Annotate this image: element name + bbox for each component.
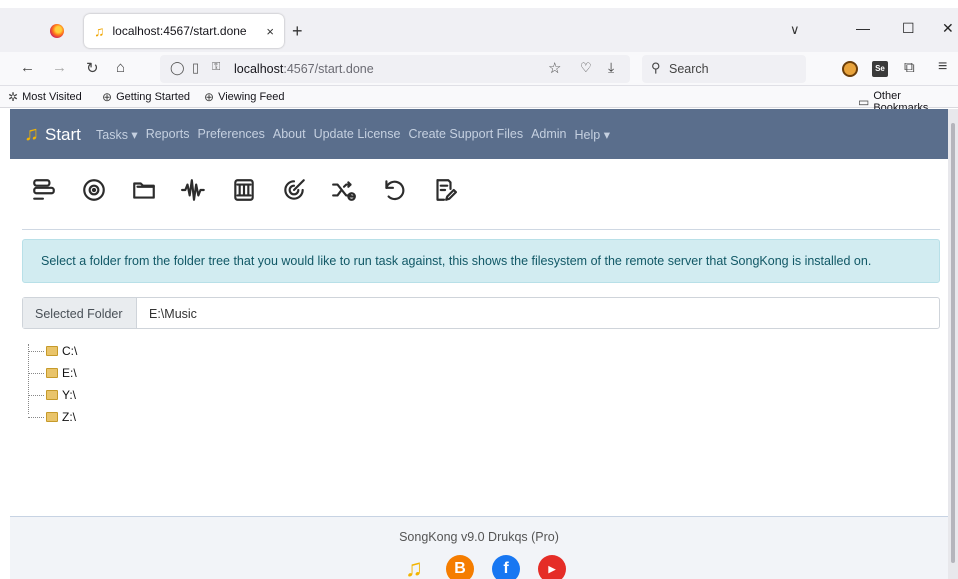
tab-title: localhost:4567/start.done xyxy=(112,24,247,38)
firefox-icon[interactable] xyxy=(50,24,64,38)
main-nav: Tasks ▾ Reports Preferences About Update… xyxy=(96,127,610,142)
list-tabs-icon[interactable]: ∨ xyxy=(790,22,800,38)
download-icon[interactable]: ⤓ xyxy=(608,59,614,76)
film-icon[interactable] xyxy=(230,176,258,204)
nav-help[interactable]: Help ▾ xyxy=(575,127,610,142)
info-alert: Select a folder from the folder tree tha… xyxy=(22,239,940,283)
globe-icon: ⊕ xyxy=(102,90,113,104)
waveform-icon[interactable] xyxy=(180,176,208,204)
undo-icon[interactable] xyxy=(380,176,408,204)
nav-update-license[interactable]: Update License xyxy=(314,127,401,142)
edit-list-icon[interactable] xyxy=(430,176,458,204)
blogger-icon[interactable]: B xyxy=(446,555,474,579)
url-text[interactable]: localhost:4567/start.done xyxy=(234,62,374,76)
footer: SongKong v9.0 Drukqs (Pro) ♫ B f ▶ xyxy=(10,517,948,579)
bookmarks-bar: ✲ Most Visited ⊕ Getting Started ⊕ Viewing … xyxy=(0,86,958,114)
navigation-bar: ← → ↻ ⌂ ◯ ▯ ⚿ localhost:4567/start.done … xyxy=(0,52,958,86)
folder-icon: ▭ xyxy=(858,95,870,109)
tree-node-e[interactable]: E:\ xyxy=(28,362,77,384)
bookmark-most-visited[interactable]: ✲ Most Visited xyxy=(8,90,82,104)
shuffle-icon[interactable] xyxy=(330,176,358,204)
nav-reports[interactable]: Reports xyxy=(146,127,190,142)
nav-create-support-files[interactable]: Create Support Files xyxy=(408,127,523,142)
bookmark-star-icon[interactable]: ☆ xyxy=(548,59,561,77)
browser-tab[interactable]: ♫ localhost:4567/start.done × xyxy=(84,14,284,48)
tree-node-y[interactable]: Y:\ xyxy=(28,384,77,406)
brand-link[interactable]: ♫ Start xyxy=(24,123,81,146)
extensions-icon[interactable]: ⧉ xyxy=(904,59,915,76)
selected-folder-input[interactable]: E:\Music xyxy=(137,298,939,328)
new-tab-button[interactable]: + xyxy=(292,21,303,42)
scrollbar-thumb[interactable] xyxy=(951,123,955,563)
gear-star-icon: ✲ xyxy=(8,90,19,104)
social-links: ♫ B f ▶ xyxy=(400,555,566,579)
hamburger-menu-icon[interactable]: ≡ xyxy=(938,58,947,76)
tab-close-icon[interactable]: × xyxy=(266,24,274,39)
songkong-logo-icon: ♫ xyxy=(24,123,39,145)
selenium-extension-icon[interactable]: Se xyxy=(872,61,888,77)
pocket-icon[interactable]: ♡ xyxy=(580,60,592,76)
bookmark-viewing-feed[interactable]: ⊕ Viewing Feed xyxy=(204,90,285,104)
selected-folder-group: Selected Folder E:\Music xyxy=(22,297,940,329)
tab-strip: ♫ localhost:4567/start.done × + ∨ — ☐ ✕ xyxy=(0,8,958,52)
align-left-icon[interactable] xyxy=(30,176,58,204)
nav-about[interactable]: About xyxy=(273,127,306,142)
version-text: SongKong v9.0 Drukqs (Pro) xyxy=(399,530,559,544)
tree-node-c[interactable]: C:\ xyxy=(28,340,77,362)
search-icon: ⚲ xyxy=(651,60,661,75)
music-note-icon: ♫ xyxy=(94,23,105,39)
shield-icon[interactable]: ◯ xyxy=(170,60,185,76)
reload-icon[interactable]: ↻ xyxy=(86,59,99,77)
folder-icon[interactable] xyxy=(130,176,158,204)
nav-admin[interactable]: Admin xyxy=(531,127,566,142)
permissions-icon[interactable]: ⚿ xyxy=(212,61,220,74)
nav-tasks[interactable]: Tasks ▾ xyxy=(96,127,138,142)
close-window-button[interactable]: ✕ xyxy=(942,20,954,37)
app-header: ♫ Start Tasks ▾ Reports Preferences Abou… xyxy=(10,109,948,159)
forward-arrow-icon[interactable]: → xyxy=(52,59,67,76)
search-placeholder: Search xyxy=(669,62,709,76)
extension-monkey-icon[interactable] xyxy=(842,61,858,77)
disc-icon[interactable] xyxy=(80,176,108,204)
selected-folder-label: Selected Folder xyxy=(23,298,137,328)
drive-folder-icon xyxy=(46,412,58,422)
folder-tree: C:\ E:\ Y:\ Z:\ xyxy=(28,340,77,428)
page-icon: ▯ xyxy=(192,60,200,75)
bookmark-getting-started[interactable]: ⊕ Getting Started xyxy=(102,90,190,104)
url-bar[interactable]: ◯ ▯ ⚿ localhost:4567/start.done ☆ ♡ ⤓ xyxy=(160,55,630,83)
minimize-button[interactable]: — xyxy=(856,20,870,36)
songkong-note-icon[interactable]: ♫ xyxy=(400,555,428,579)
scrollbar[interactable] xyxy=(948,109,958,579)
drive-folder-icon xyxy=(46,346,58,356)
brand-text: Start xyxy=(45,124,81,144)
back-arrow-icon[interactable]: ← xyxy=(20,59,35,76)
youtube-icon[interactable]: ▶ xyxy=(538,555,566,579)
tree-node-z[interactable]: Z:\ xyxy=(28,406,77,428)
maximize-button[interactable]: ☐ xyxy=(902,20,915,37)
home-icon[interactable]: ⌂ xyxy=(116,59,125,76)
search-input[interactable]: ⚲ Search xyxy=(642,55,806,83)
task-toolbar xyxy=(30,176,458,204)
radar-icon[interactable] xyxy=(280,176,308,204)
nav-preferences[interactable]: Preferences xyxy=(197,127,264,142)
drive-folder-icon xyxy=(46,390,58,400)
drive-folder-icon xyxy=(46,368,58,378)
divider xyxy=(22,229,940,230)
globe-icon: ⊕ xyxy=(204,90,215,104)
facebook-icon[interactable]: f xyxy=(492,555,520,579)
